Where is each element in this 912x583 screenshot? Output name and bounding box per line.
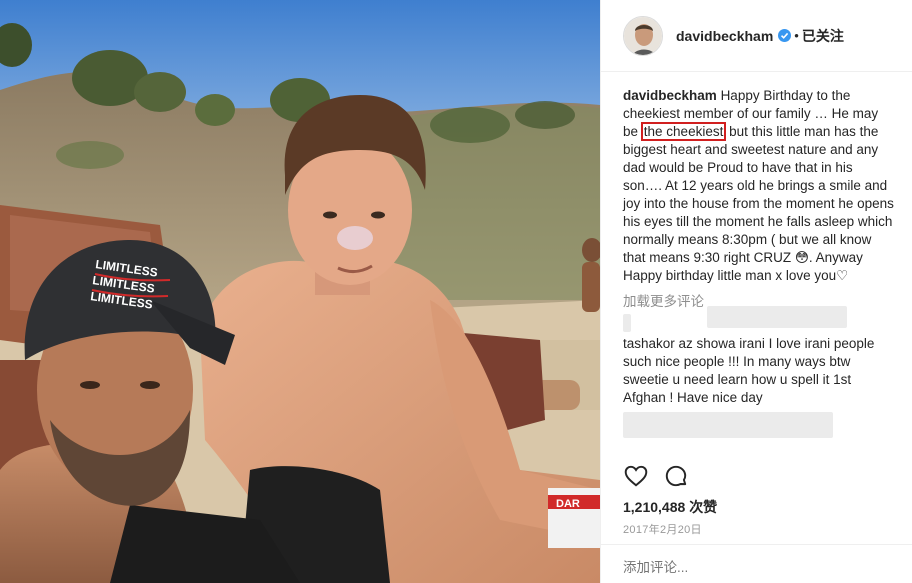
comment-button[interactable] (663, 463, 689, 489)
flushed-emoji-icon: 😳 (794, 250, 809, 265)
load-more-comments-link[interactable]: 加载更多评论 (623, 293, 704, 311)
highlighted-phrase: the cheekiest (640, 122, 727, 141)
follow-button[interactable]: 已关注 (802, 26, 844, 46)
post-sidebar: davidbeckham • 已关注 davidbeckham Happy Bi… (600, 0, 912, 583)
post-photo[interactable]: DAR LIMITLESS LIMITLESS LIMITLESS (0, 0, 600, 583)
verified-badge-icon (778, 29, 792, 42)
action-bar (623, 463, 689, 489)
caption-username[interactable]: davidbeckham (623, 88, 717, 103)
blurred-username (707, 306, 847, 328)
post-date[interactable]: 2017年2月20日 (623, 521, 702, 537)
like-count[interactable]: 1,210,488 次赞 (623, 497, 717, 517)
blurred-fragment (623, 314, 631, 332)
like-count-number: 1,210,488 (623, 499, 686, 515)
bag-label: DAR (556, 498, 580, 510)
header-separator: • (794, 28, 799, 43)
instagram-post: DAR LIMITLESS LIMITLESS LIMITLESS davidb… (0, 0, 912, 583)
avatar-image (624, 16, 662, 55)
comment: tashakor az showa irani I love irani peo… (623, 335, 895, 407)
post-header: davidbeckham • 已关注 (601, 0, 912, 72)
blurred-comment (623, 412, 833, 438)
heart-icon (624, 465, 648, 487)
divider (601, 544, 912, 545)
comment-bubble-icon (665, 465, 687, 487)
avatar[interactable] (623, 15, 663, 56)
header-username[interactable]: davidbeckham (676, 28, 773, 44)
like-count-suffix: 次赞 (689, 499, 718, 515)
comments-section: davidbeckham Happy Birthday to the cheek… (623, 87, 895, 438)
comment-text: tashakor az showa irani I love irani peo… (623, 336, 875, 405)
add-comment-input[interactable] (623, 560, 893, 575)
like-button[interactable] (623, 463, 649, 489)
caption: davidbeckham Happy Birthday to the cheek… (623, 87, 895, 285)
beach-photo: DAR LIMITLESS LIMITLESS LIMITLESS (0, 0, 600, 583)
caption-text-middle: but this little man has the biggest hear… (623, 124, 894, 265)
